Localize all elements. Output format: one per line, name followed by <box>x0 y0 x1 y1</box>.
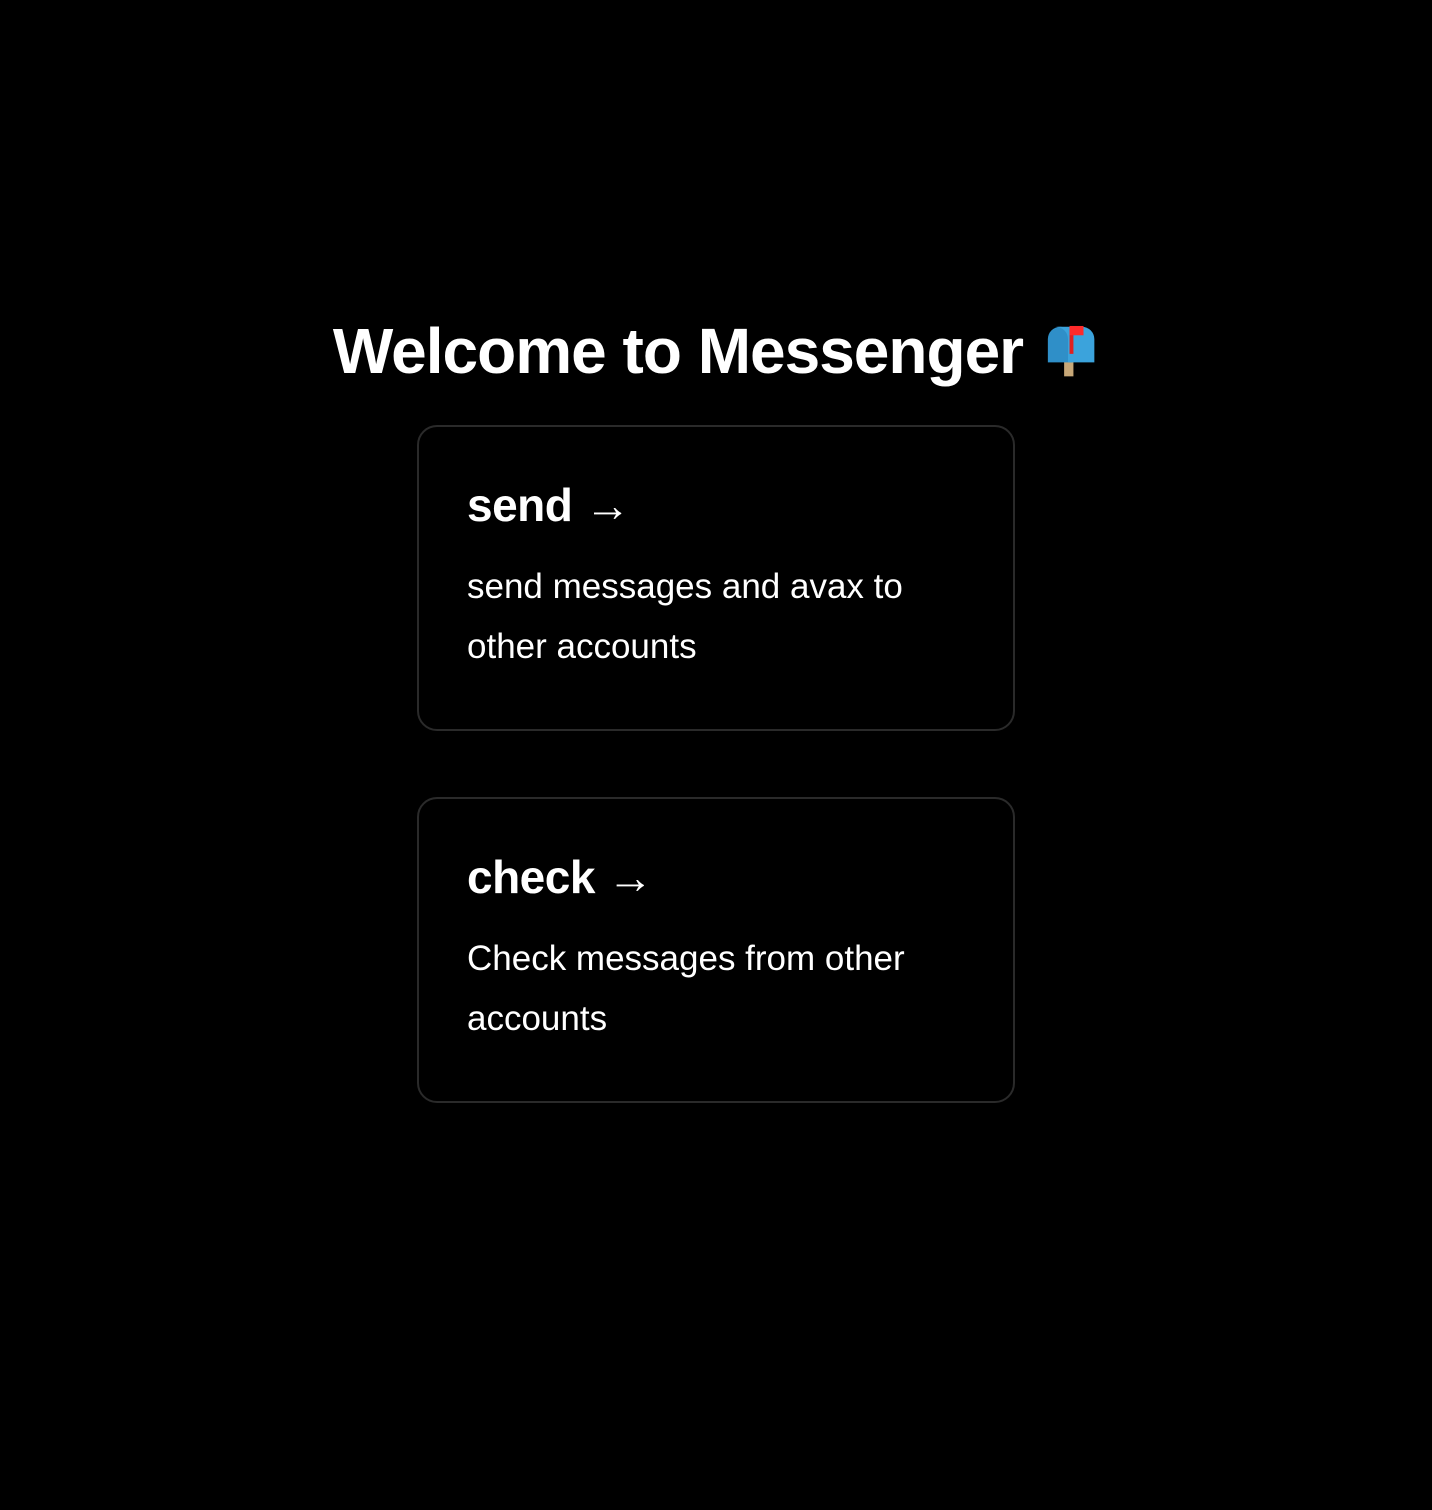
check-card-title: check → <box>467 845 965 909</box>
send-card-title: send → <box>467 473 965 537</box>
check-title-text: check <box>467 851 595 903</box>
check-card-description: Check messages from other accounts <box>467 939 905 1038</box>
mailbox-icon <box>1047 325 1095 377</box>
page-title: Welcome to Messenger <box>0 311 1432 391</box>
page-title-text: Welcome to Messenger <box>332 314 1024 387</box>
send-card-description: send messages and avax to other accounts <box>467 567 903 666</box>
send-title-text: send <box>467 479 573 531</box>
check-card[interactable]: check → Check messages from other accoun… <box>417 797 1015 1103</box>
arrow-right-icon: → <box>584 479 631 531</box>
arrow-right-icon: → <box>607 851 653 903</box>
send-card[interactable]: send → send messages and avax to other a… <box>417 425 1015 731</box>
